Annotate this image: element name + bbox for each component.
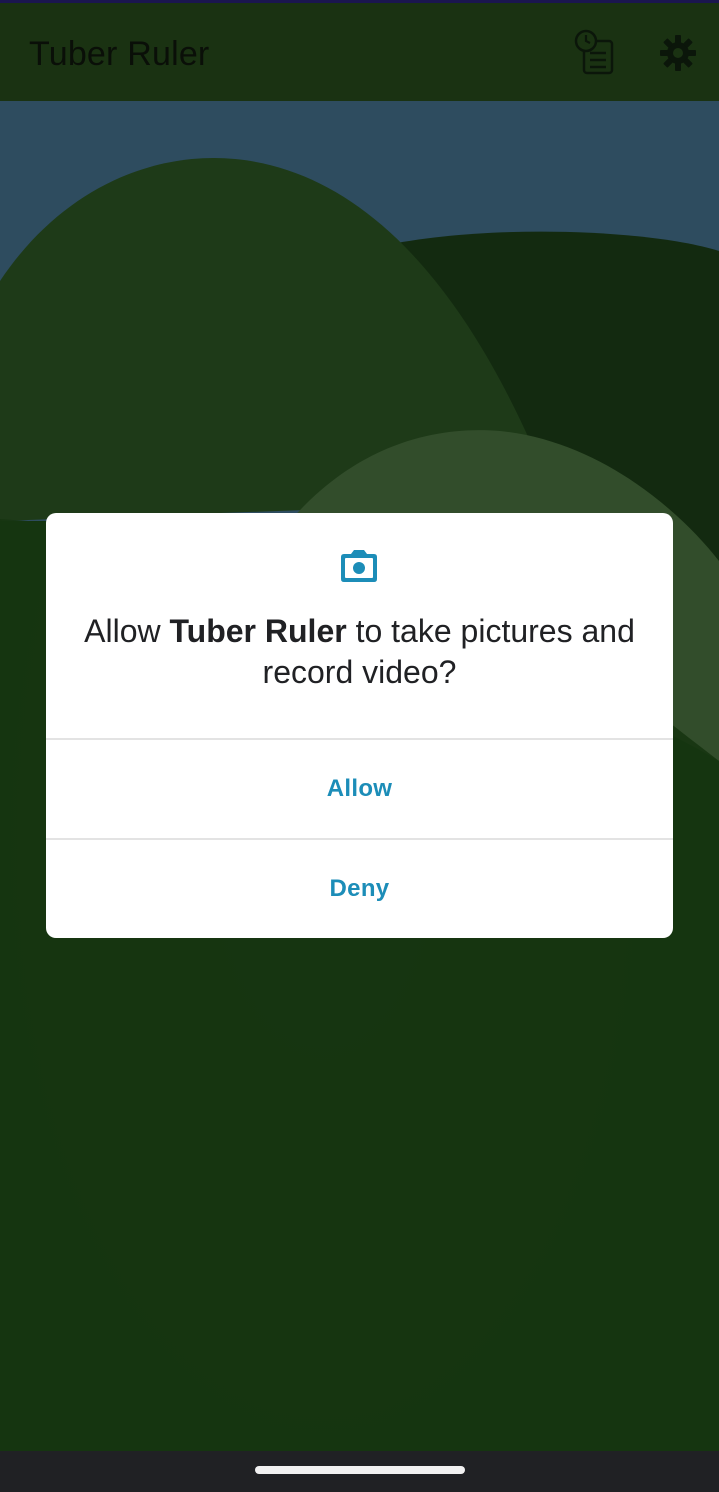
message-prefix: Allow <box>84 613 170 649</box>
permission-message: Allow Tuber Ruler to take pictures and r… <box>66 611 653 693</box>
permission-dialog: Allow Tuber Ruler to take pictures and r… <box>46 513 673 938</box>
deny-button[interactable]: Deny <box>46 840 673 938</box>
camera-icon <box>341 550 377 582</box>
allow-button[interactable]: Allow <box>46 740 673 838</box>
navigation-bar <box>0 1451 719 1492</box>
screen: Tuber Ruler Allow Tuber Ruler to take pi… <box>0 0 719 1492</box>
message-app-name: Tuber Ruler <box>169 613 347 649</box>
home-indicator[interactable] <box>255 1466 465 1474</box>
